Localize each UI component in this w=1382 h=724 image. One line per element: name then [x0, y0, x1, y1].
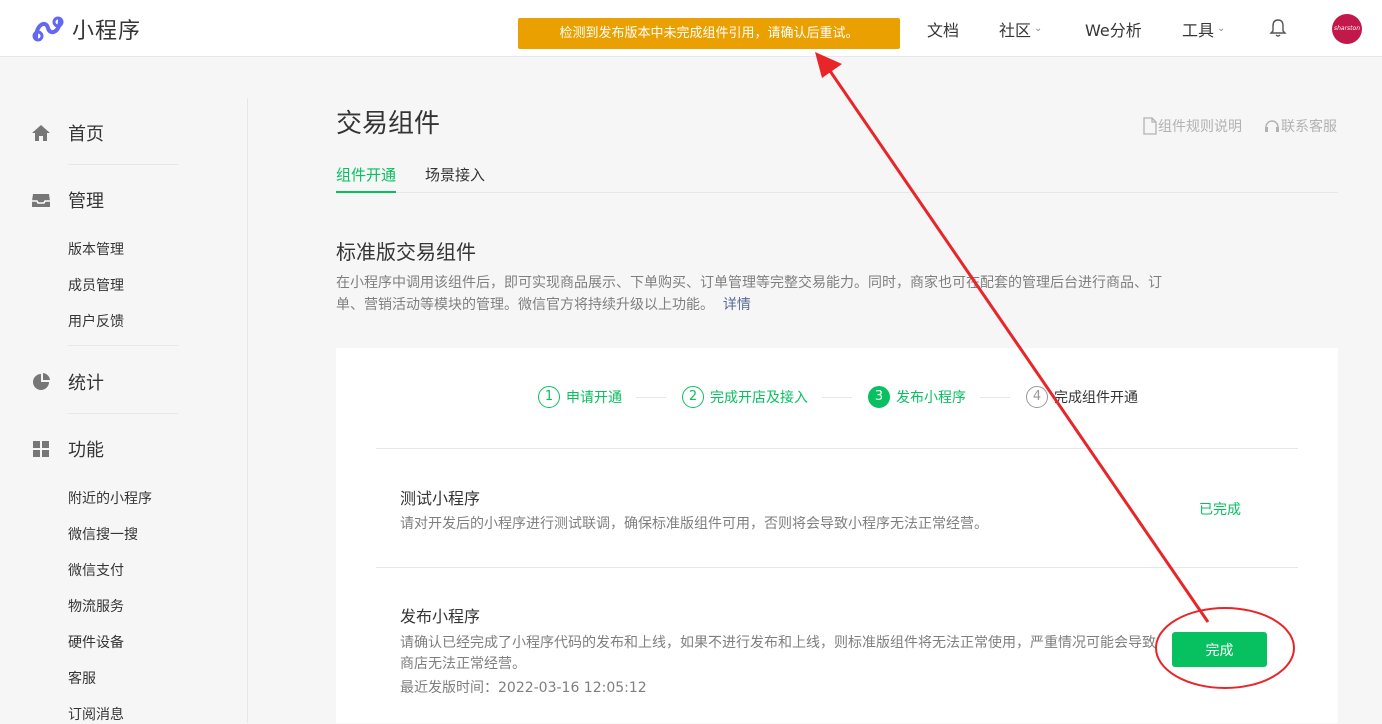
sidebar-item-subscribe[interactable]: 订阅消息 — [68, 704, 124, 724]
sidebar-item-manage[interactable]: 管理 — [30, 187, 104, 213]
nav-tools[interactable]: 工具 ⌄ — [1182, 0, 1225, 57]
nav-analytics-label: We分析 — [1085, 20, 1142, 40]
task-test-description: 请对开发后的小程序进行测试联调，确保标准版组件可用，否则将会导致小程序无法正常经… — [400, 516, 988, 532]
support-link[interactable]: 联系客服 — [1263, 116, 1337, 136]
step-3: 3 发布小程序 — [868, 386, 966, 408]
task-publish-description-line2: 商店无法正常经营。 — [400, 656, 526, 672]
sidebar-item-version[interactable]: 版本管理 — [68, 239, 124, 259]
page-title: 交易组件 — [336, 109, 441, 139]
divider — [376, 448, 1298, 449]
app-title: 小程序 — [72, 19, 142, 44]
top-bar: 小程序 检测到发布版本中未完成组件引用，请确认后重试。 文档 社区 ⌄ We分析 … — [0, 0, 1382, 57]
sidebar-manage-label: 管理 — [68, 191, 104, 212]
step-2-number: 2 — [682, 386, 704, 408]
document-icon — [1143, 117, 1157, 135]
sidebar-item-feedback[interactable]: 用户反馈 — [68, 311, 124, 331]
inbox-icon — [32, 194, 50, 207]
grid-icon — [33, 441, 49, 457]
step-1: 1 申请开通 — [538, 386, 622, 408]
step-4-label: 完成组件开通 — [1054, 390, 1138, 406]
nav-tools-label: 工具 — [1182, 20, 1215, 40]
sidebar-item-search[interactable]: 微信搜一搜 — [68, 524, 138, 544]
sidebar-item-stats[interactable]: 统计 — [30, 369, 104, 395]
tab-component-activation[interactable]: 组件开通 — [336, 164, 397, 193]
sidebar-item-logistics[interactable]: 物流服务 — [68, 596, 124, 616]
step-2: 2 完成开店及接入 — [682, 386, 808, 408]
chevron-down-icon: ⌄ — [1034, 23, 1043, 34]
release-time: 最近发版时间：2022-03-16 12:05:12 — [400, 680, 647, 696]
step-connector — [822, 397, 852, 398]
sidebar-item-features[interactable]: 功能 — [30, 436, 104, 462]
sidebar-item-pay[interactable]: 微信支付 — [68, 560, 124, 580]
warning-alert: 检测到发布版本中未完成组件引用，请确认后重试。 — [518, 18, 900, 49]
step-3-label: 发布小程序 — [896, 390, 966, 406]
task-test-status: 已完成 — [1199, 502, 1241, 518]
step-4: 4 完成组件开通 — [1026, 386, 1138, 408]
sidebar-divider — [68, 413, 178, 414]
avatar[interactable]: sharston — [1332, 14, 1362, 44]
step-4-number: 4 — [1026, 386, 1048, 408]
sidebar-item-service[interactable]: 客服 — [68, 668, 96, 688]
rules-link-label: 组件规则说明 — [1158, 119, 1242, 135]
divider — [376, 567, 1298, 568]
tab-bar: 组件开通 场景接入 — [336, 164, 1338, 193]
step-connector — [636, 397, 666, 398]
nav-community[interactable]: 社区 ⌄ — [999, 0, 1042, 57]
sidebar-home-label: 首页 — [68, 124, 104, 145]
sidebar-item-hardware[interactable]: 硬件设备 — [68, 632, 124, 652]
chevron-down-icon: ⌄ — [1217, 23, 1226, 34]
step-2-label: 完成开店及接入 — [710, 390, 808, 406]
step-1-label: 申请开通 — [566, 390, 622, 406]
sidebar-item-members[interactable]: 成员管理 — [68, 275, 124, 295]
nav-community-label: 社区 — [999, 20, 1032, 40]
sidebar-stats-label: 统计 — [68, 373, 104, 394]
sidebar-features-label: 功能 — [68, 440, 104, 461]
headset-icon — [1265, 120, 1279, 132]
step-3-number: 3 — [868, 386, 890, 408]
nav-docs-label: 文档 — [927, 20, 960, 40]
sidebar-item-home[interactable]: 首页 — [30, 120, 104, 146]
home-icon — [32, 125, 50, 141]
nav-docs[interactable]: 文档 — [927, 0, 959, 57]
complete-button[interactable]: 完成 — [1172, 632, 1267, 667]
tab-scenario-integration[interactable]: 场景接入 — [425, 164, 485, 191]
sidebar-divider — [68, 164, 178, 165]
nav-analytics[interactable]: We分析 — [1085, 0, 1142, 57]
step-1-number: 1 — [538, 386, 560, 408]
support-link-label: 联系客服 — [1281, 119, 1337, 135]
pie-chart-icon — [33, 373, 50, 390]
task-publish-title: 发布小程序 — [400, 607, 481, 626]
bell-icon[interactable] — [1268, 18, 1288, 38]
step-connector — [980, 397, 1010, 398]
section-title: 标准版交易组件 — [336, 240, 476, 264]
task-test-title: 测试小程序 — [400, 489, 481, 508]
sidebar-divider — [68, 345, 178, 346]
section-description: 在小程序中调用该组件后，即可实现商品展示、下单购买、订单管理等完整交易能力。同时… — [336, 272, 1176, 316]
mini-program-logo-icon — [32, 16, 64, 42]
logo[interactable]: 小程序 — [32, 13, 141, 45]
sidebar-item-nearby[interactable]: 附近的小程序 — [68, 488, 152, 508]
details-link[interactable]: 详情 — [723, 297, 751, 313]
task-publish-description-line1: 请确认已经完成了小程序代码的发布和上线，如果不进行发布和上线，则标准版组件将无法… — [400, 635, 1156, 651]
rules-link[interactable]: 组件规则说明 — [1142, 116, 1242, 136]
